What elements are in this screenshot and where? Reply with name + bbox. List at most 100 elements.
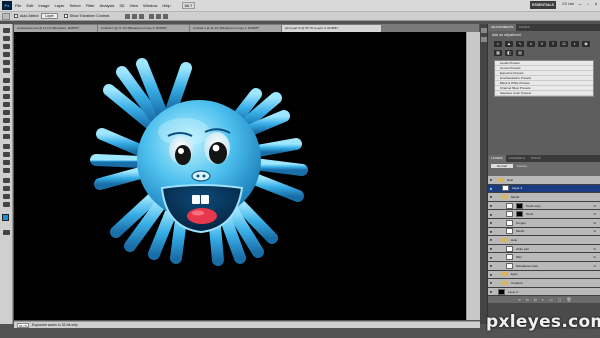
vertical-scrollbar[interactable]	[466, 32, 480, 320]
fx-icon[interactable]: fx	[594, 255, 596, 259]
menu-filter[interactable]: Filter	[86, 3, 95, 8]
gradient-tool-icon[interactable]	[3, 118, 10, 123]
eye-icon[interactable]: ●	[488, 220, 494, 225]
quick-select-tool-icon[interactable]	[3, 52, 10, 57]
lasso-tool-icon[interactable]	[3, 44, 10, 49]
curves-icon[interactable]: ∿	[516, 41, 524, 47]
adjustment-layer-icon[interactable]: ◑	[541, 297, 543, 302]
align-buttons[interactable]	[125, 13, 169, 19]
document-canvas[interactable]	[14, 32, 480, 320]
list-item[interactable]: Selective Color Presets	[495, 91, 593, 96]
layer-row[interactable]: ● Shoulderer rules fx	[488, 261, 600, 271]
layer-row[interactable]: ● white part fx	[488, 244, 600, 254]
auto-select-option[interactable]: Auto-Select: Layer	[14, 13, 58, 19]
path-select-tool-icon[interactable]	[3, 160, 10, 165]
brush-tool-icon[interactable]	[3, 86, 10, 91]
trash-icon[interactable]: 🗑	[566, 297, 571, 302]
eye-icon[interactable]: ●	[488, 194, 494, 199]
eye-icon[interactable]: ●	[488, 246, 494, 251]
layer-row[interactable]: ● Mouth fx	[488, 227, 600, 237]
vibrance-icon[interactable]: V	[538, 41, 546, 47]
link-icon[interactable]: ∞	[518, 297, 521, 302]
eyedropper-tool-icon[interactable]	[3, 68, 10, 73]
hand-tool-icon[interactable]	[3, 194, 10, 199]
eye-icon[interactable]: ●	[488, 177, 494, 182]
color-balance-icon[interactable]: ⚖	[560, 41, 568, 47]
photo-filter-icon[interactable]: ◉	[582, 41, 590, 47]
fx-icon[interactable]: fx	[594, 212, 596, 216]
menu-select[interactable]: Select	[70, 3, 81, 8]
type-tool-icon[interactable]	[3, 152, 10, 157]
marquee-tool-icon[interactable]	[3, 36, 10, 41]
cs-live-button[interactable]: CS Live	[562, 2, 574, 6]
foreground-color-swatch[interactable]	[2, 214, 9, 221]
layer-row[interactable]: ● Tooth copy fx	[488, 201, 600, 211]
eye-icon[interactable]: ●	[488, 237, 494, 242]
crop-tool-icon[interactable]	[3, 60, 10, 65]
new-group-icon[interactable]: ▭	[549, 297, 553, 302]
menu-analysis[interactable]: Analysis	[100, 3, 115, 8]
clone-stamp-tool-icon[interactable]	[3, 94, 10, 99]
new-layer-icon[interactable]: ▢	[558, 297, 562, 302]
channel-mixer-icon[interactable]: ▦	[494, 50, 502, 56]
move-tool-icon[interactable]	[2, 12, 10, 20]
doc-tab[interactable]: pixelstolove.psd @ 11.1% (Ebroidere, RGB…	[14, 25, 98, 32]
layer-row[interactable]: ● Hole	[488, 176, 600, 185]
eye-icon[interactable]: ●	[488, 255, 494, 260]
fx-icon[interactable]: fx	[594, 247, 596, 251]
zoom-field[interactable]: 66.7%	[17, 322, 29, 328]
actions-icon[interactable]	[481, 37, 487, 42]
fx-icon[interactable]: fx	[594, 229, 596, 233]
menu-view[interactable]: View	[130, 3, 139, 8]
zoom-tool-icon[interactable]	[3, 202, 10, 207]
invert-icon[interactable]: ◧	[505, 50, 513, 56]
eraser-tool-icon[interactable]	[3, 110, 10, 115]
tab-channels[interactable]: CHANNELS	[506, 155, 528, 162]
tab-paths[interactable]: PATHS	[528, 155, 544, 162]
dodge-tool-icon[interactable]	[3, 134, 10, 139]
blend-mode-dropdown[interactable]: Normal	[491, 163, 513, 168]
eye-icon[interactable]: ●	[488, 212, 494, 217]
layer-row[interactable]: ● Hole	[488, 236, 600, 245]
fx-icon[interactable]: fx	[594, 221, 596, 225]
fx-menu-icon[interactable]: fx	[526, 297, 529, 302]
black-white-icon[interactable]: ◐	[571, 41, 579, 47]
eye-icon[interactable]: ●	[488, 229, 494, 234]
auto-select-dropdown[interactable]: Layer	[41, 13, 58, 19]
menu-file[interactable]: File	[15, 3, 21, 8]
tab-adjustments[interactable]: ADJUSTMENTS	[488, 24, 517, 31]
history-brush-tool-icon[interactable]	[3, 102, 10, 107]
posterize-icon[interactable]: ▤	[516, 50, 524, 56]
restore-icon[interactable]: ▫	[584, 2, 592, 9]
add-mask-icon[interactable]: ◘	[534, 297, 536, 302]
auto-select-checkbox[interactable]	[14, 14, 18, 18]
show-transform-checkbox[interactable]	[63, 14, 68, 18]
zoom-level[interactable]: 66.7	[181, 2, 196, 9]
brightness-icon[interactable]: ☼	[494, 41, 502, 47]
menu-layer[interactable]: Layer	[54, 3, 64, 8]
layer-row-selected[interactable]: ● Layer 3	[488, 184, 600, 194]
fx-icon[interactable]: fx	[594, 264, 596, 268]
layer-row[interactable]: ● Skin fx	[488, 253, 600, 262]
layer-row[interactable]: ● Tongue fx	[488, 218, 600, 228]
doc-tab[interactable]: Untitled-1 @ 11.1% (Background copy 2, R…	[190, 25, 282, 32]
3d-rotate-tool-icon[interactable]	[3, 178, 10, 183]
fx-icon[interactable]: fx	[594, 204, 596, 208]
move-tool-icon[interactable]	[3, 28, 10, 33]
close-icon[interactable]: ×	[592, 2, 600, 9]
hue-saturation-icon[interactable]: ≡	[549, 41, 557, 47]
minimize-icon[interactable]: –	[576, 2, 584, 9]
show-transform-option[interactable]: Show Transform Controls	[63, 14, 109, 18]
shape-tool-icon[interactable]	[3, 168, 10, 173]
menu-edit[interactable]: Edit	[26, 3, 33, 8]
eye-icon[interactable]: ●	[488, 280, 494, 285]
history-icon[interactable]	[481, 28, 487, 33]
menu-3d[interactable]: 3D	[119, 3, 124, 8]
eye-icon[interactable]: ●	[488, 203, 494, 208]
layer-row[interactable]: ● Layer 0	[488, 287, 600, 297]
3d-orbit-tool-icon[interactable]	[3, 186, 10, 191]
healing-brush-tool-icon[interactable]	[3, 78, 10, 83]
levels-icon[interactable]: ▲	[505, 41, 513, 47]
menu-image[interactable]: Image	[38, 3, 49, 8]
pen-tool-icon[interactable]	[3, 144, 10, 149]
